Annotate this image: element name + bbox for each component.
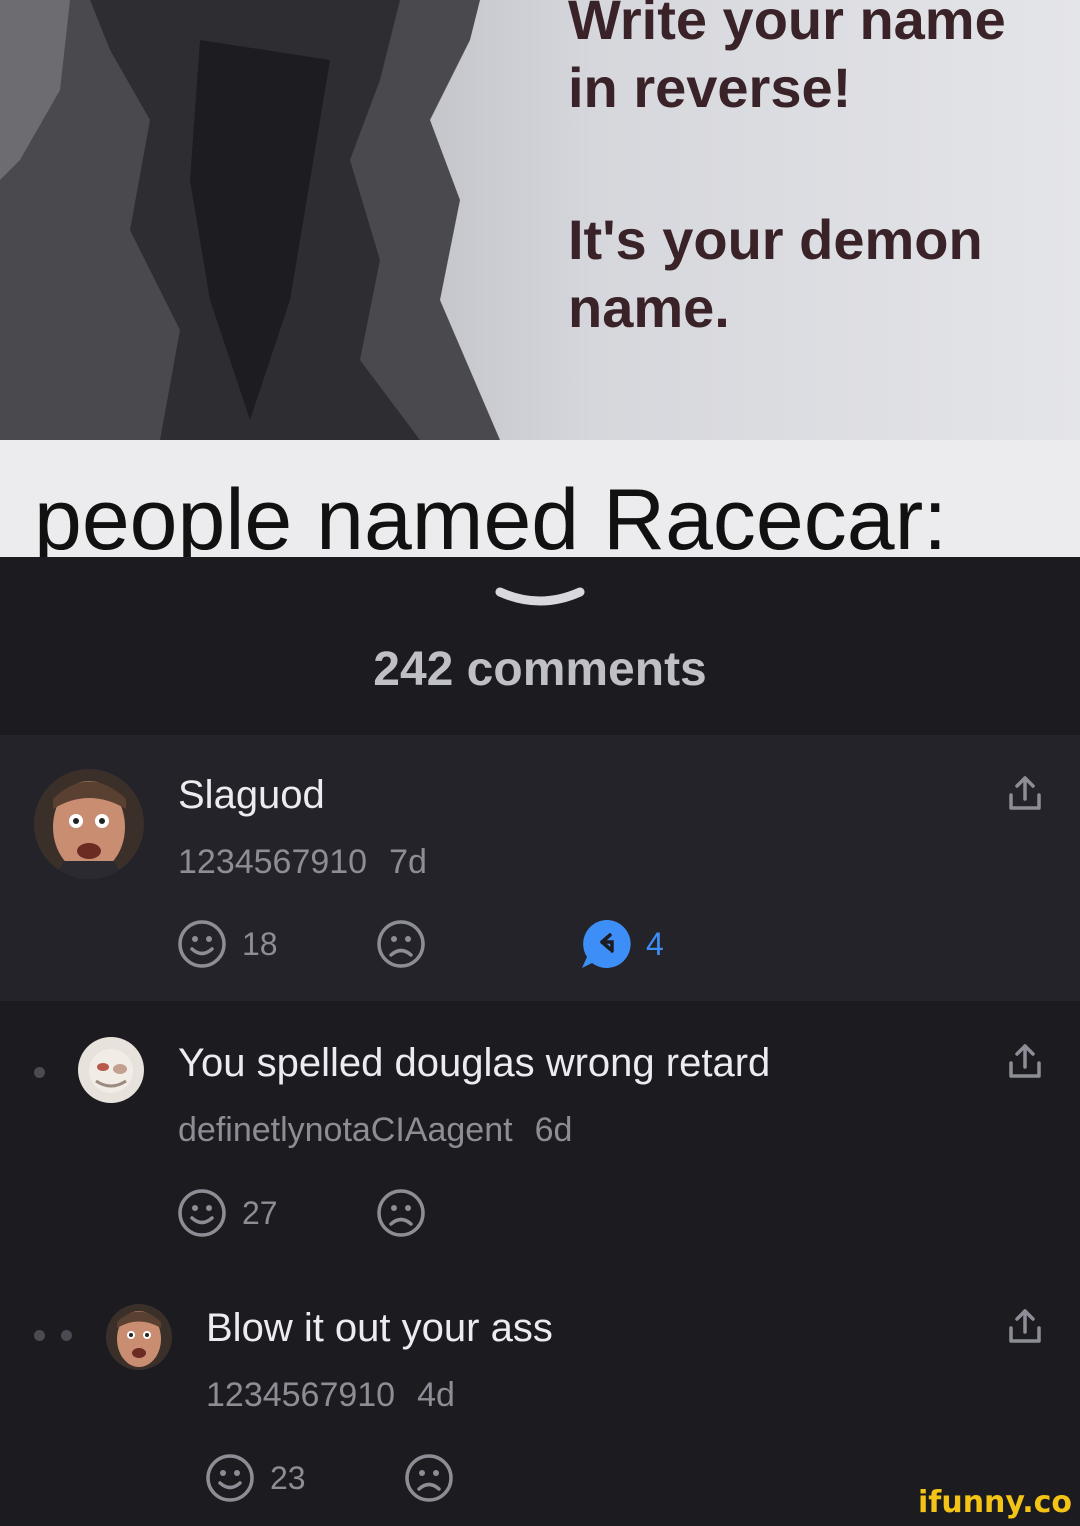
comment-author[interactable]: 1234567910 <box>206 1376 395 1414</box>
avatar-face-image <box>78 1037 144 1103</box>
share-icon[interactable] <box>1006 1308 1044 1346</box>
smile-count: 23 <box>270 1459 306 1496</box>
frown-icon <box>377 1189 425 1237</box>
share-icon[interactable] <box>1006 1043 1044 1081</box>
comment-age: 7d <box>389 843 427 881</box>
frown-icon <box>377 920 425 968</box>
comment-age: 4d <box>417 1376 455 1414</box>
frown-reaction-button[interactable] <box>375 918 427 970</box>
comments-count: 242 comments <box>373 643 707 696</box>
frown-reaction-button[interactable] <box>375 1187 427 1239</box>
smile-icon <box>206 1454 254 1502</box>
frown-reaction-button[interactable] <box>403 1452 455 1504</box>
avatar-face-image <box>34 769 144 879</box>
meme-caption: people named Racecar: <box>34 472 948 557</box>
avatar[interactable] <box>34 769 144 879</box>
smile-reaction-button[interactable]: 18 <box>176 918 278 970</box>
comment-meta: 1234567910 4d <box>206 1376 455 1415</box>
comment-item: You spelled douglas wrong retard definet… <box>0 1001 1080 1266</box>
comment-text: You spelled douglas wrong retard <box>178 1041 771 1085</box>
meme-top-text: Write your name in reverse! <box>568 0 1006 119</box>
avatar-face-image <box>106 1304 172 1370</box>
smile-count: 18 <box>242 925 278 962</box>
comment-meta: 1234567910 7d <box>178 843 427 882</box>
thread-depth-dot <box>34 1067 45 1078</box>
replies-button[interactable]: 4 <box>580 918 664 970</box>
comment-author[interactable]: 1234567910 <box>178 843 367 881</box>
thread-depth-dot <box>34 1330 45 1341</box>
comment-meta: definetlynotaCIAagent 6d <box>178 1111 572 1150</box>
smile-reaction-button[interactable]: 27 <box>176 1187 278 1239</box>
comment-item: Slaguod 1234567910 7d 18 4 <box>0 735 1080 1001</box>
meme-image: Write your name in reverse! It's your de… <box>0 0 1080 557</box>
avatar[interactable] <box>78 1037 144 1103</box>
comment-text: Blow it out your ass <box>206 1306 553 1350</box>
smile-icon <box>178 1189 226 1237</box>
share-icon[interactable] <box>1006 775 1044 813</box>
reply-bubble-icon <box>582 919 631 968</box>
comment-text: Slaguod <box>178 773 325 817</box>
chevron-down-handle-icon[interactable] <box>494 584 586 614</box>
thread-depth-dot <box>61 1330 72 1341</box>
comment-age: 6d <box>534 1111 573 1149</box>
ifunny-watermark: ifunny.co <box>918 1485 1072 1520</box>
meme-middle-text: It's your demon name. <box>568 208 983 339</box>
smile-icon <box>178 920 226 968</box>
comment-author[interactable]: definetlynotaCIAagent <box>178 1111 513 1149</box>
avatar[interactable] <box>106 1304 172 1370</box>
reply-count: 4 <box>646 925 664 962</box>
smile-reaction-button[interactable]: 23 <box>204 1452 306 1504</box>
frown-icon <box>405 1454 453 1502</box>
smile-count: 27 <box>242 1194 278 1231</box>
